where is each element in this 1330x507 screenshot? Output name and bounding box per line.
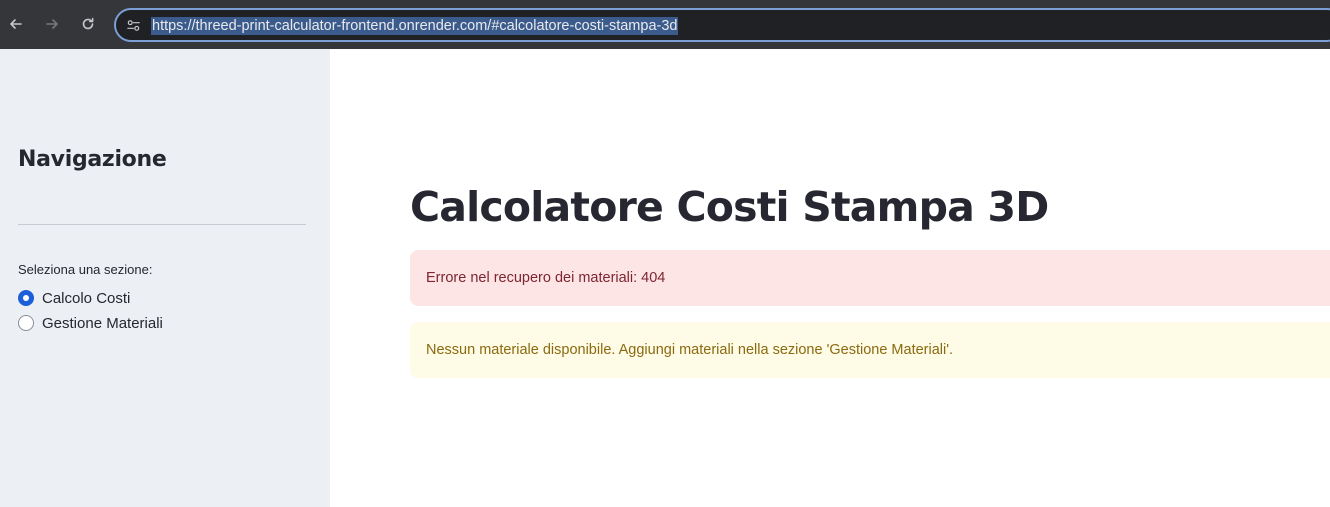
reload-icon	[82, 17, 94, 30]
browser-toolbar: https://threed-print-calculator-frontend…	[0, 0, 1330, 49]
error-alert-text: Errore nel recupero dei materiali: 404	[426, 270, 666, 286]
radio-group-label: Seleziona una sezione:	[18, 262, 153, 277]
radio-selected-icon[interactable]	[18, 290, 34, 306]
warning-alert-text: Nessun materiale disponibile. Aggiungi m…	[426, 342, 954, 358]
radio-option-label: Calcolo Costi	[42, 289, 131, 307]
back-arrow-icon	[10, 19, 22, 29]
address-bar[interactable]: https://threed-print-calculator-frontend…	[114, 8, 1330, 42]
sidebar-title: Navigazione	[18, 147, 167, 172]
back-button[interactable]	[4, 12, 28, 36]
warning-alert: Nessun materiale disponibile. Aggiungi m…	[410, 322, 1330, 378]
error-alert: Errore nel recupero dei materiali: 404	[410, 250, 1330, 306]
reload-button[interactable]	[76, 12, 100, 36]
radio-unselected-icon[interactable]	[18, 315, 34, 331]
radio-option-gestione-materiali[interactable]: Gestione Materiali	[18, 313, 163, 333]
sidebar-divider	[18, 224, 306, 225]
url-text[interactable]: https://threed-print-calculator-frontend…	[151, 17, 679, 35]
radio-option-calcolo-costi[interactable]: Calcolo Costi	[18, 288, 130, 308]
page-title: Calcolatore Costi Stampa 3D	[410, 183, 1049, 231]
site-info-icon[interactable]	[124, 16, 142, 34]
sidebar: Navigazione Seleziona una sezione: Calco…	[0, 49, 330, 507]
forward-arrow-icon	[46, 19, 58, 29]
forward-button[interactable]	[40, 12, 64, 36]
radio-option-label: Gestione Materiali	[42, 314, 163, 332]
